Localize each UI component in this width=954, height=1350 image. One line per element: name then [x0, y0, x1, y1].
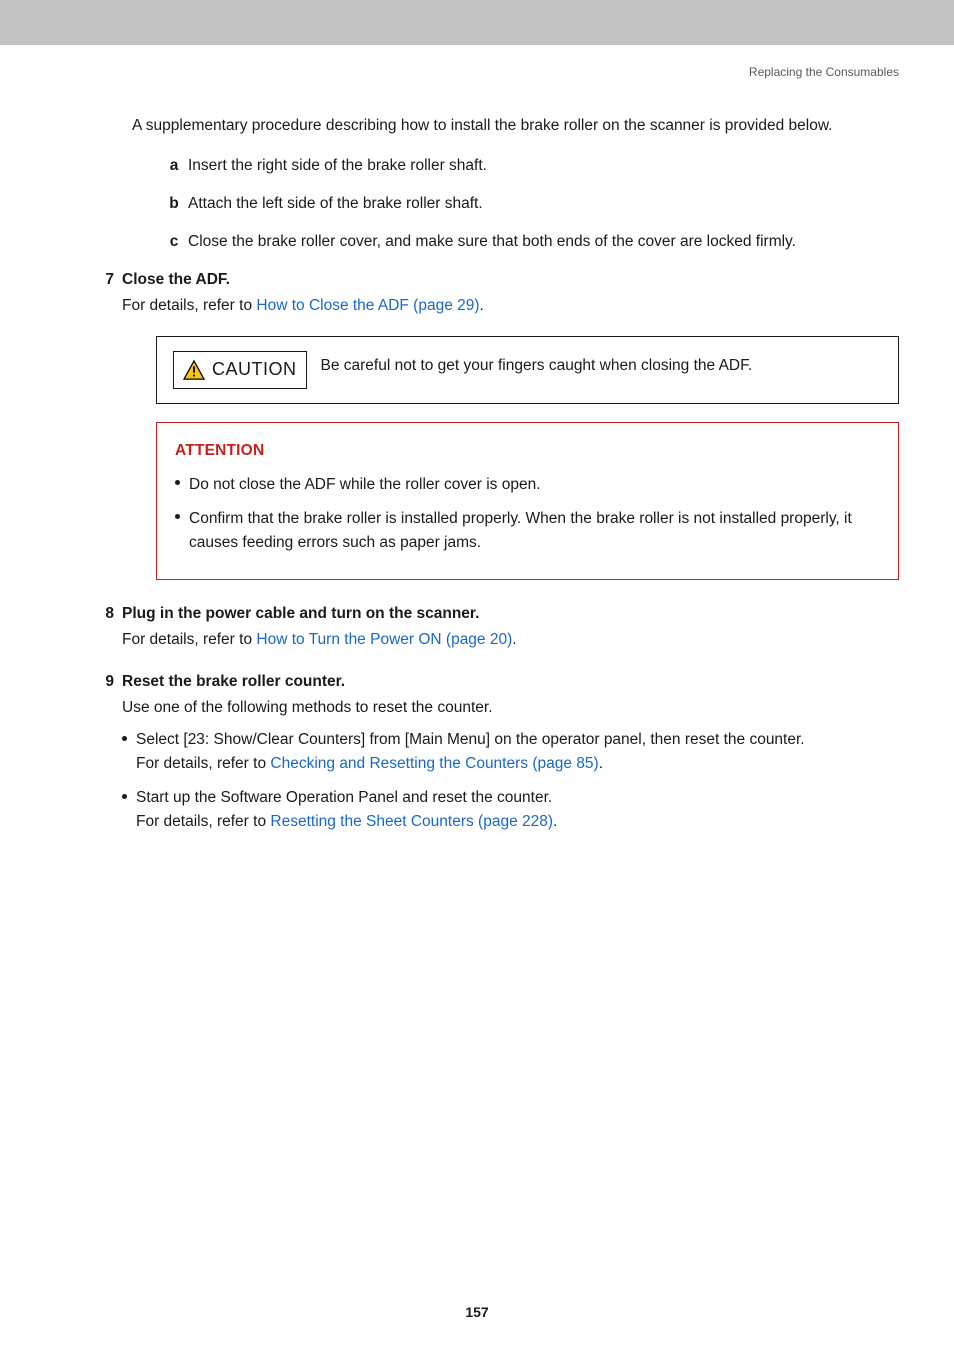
step-number: 9	[98, 670, 122, 844]
bullet-line: Start up the Software Operation Panel an…	[136, 786, 557, 810]
bullet-line: For details, refer to Resetting the Shee…	[136, 810, 557, 834]
text-lead: For details, refer to	[122, 297, 256, 314]
step-detail: For details, refer to How to Close the A…	[122, 294, 899, 318]
attention-title: ATTENTION	[175, 439, 880, 463]
step-detail: For details, refer to How to Turn the Po…	[122, 628, 899, 652]
bullet-line: Select [23: Show/Clear Counters] from [M…	[136, 728, 805, 752]
bullet-body: Select [23: Show/Clear Counters] from [M…	[136, 728, 805, 776]
link-power-on[interactable]: How to Turn the Power ON (page 20)	[256, 631, 512, 648]
step-number: 8	[98, 602, 122, 652]
content-area: A supplementary procedure describing how…	[0, 114, 954, 844]
text-tail: .	[599, 755, 603, 772]
warning-triangle-icon	[183, 360, 205, 380]
step-body: Reset the brake roller counter. Use one …	[122, 670, 899, 844]
caution-box: CAUTION Be careful not to get your finge…	[156, 336, 899, 404]
step-number: 7	[98, 268, 122, 598]
running-header: Replacing the Consumables	[0, 45, 954, 114]
step-8: 8 Plug in the power cable and turn on th…	[98, 602, 899, 652]
sub-marker: b	[160, 192, 188, 216]
attention-box: ATTENTION Do not close the ADF while the…	[156, 422, 899, 580]
attention-text: Do not close the ADF while the roller co…	[189, 473, 541, 497]
step-7: 7 Close the ADF. For details, refer to H…	[98, 268, 899, 598]
attention-text: Confirm that the brake roller is install…	[189, 507, 880, 555]
step-9: 9 Reset the brake roller counter. Use on…	[98, 670, 899, 844]
page-sheet: Replacing the Consumables A supplementar…	[0, 0, 954, 1350]
intro-paragraph: A supplementary procedure describing how…	[132, 114, 899, 138]
bullet-icon	[175, 473, 189, 497]
text-tail: .	[480, 297, 484, 314]
step-title: Reset the brake roller counter.	[122, 670, 899, 694]
bullet-body: Start up the Software Operation Panel an…	[136, 786, 557, 834]
text-lead: For details, refer to	[122, 631, 256, 648]
link-close-adf[interactable]: How to Close the ADF (page 29)	[256, 297, 479, 314]
step9-bullet-1: Select [23: Show/Clear Counters] from [M…	[122, 728, 899, 776]
link-reset-sheet-counters[interactable]: Resetting the Sheet Counters (page 228)	[270, 813, 553, 830]
step-title: Plug in the power cable and turn on the …	[122, 602, 899, 626]
attention-bullet-2: Confirm that the brake roller is install…	[175, 507, 880, 555]
text-tail: .	[553, 813, 557, 830]
caution-text: Be careful not to get your fingers caugh…	[321, 351, 753, 378]
step-intro: Use one of the following methods to rese…	[122, 696, 899, 720]
sub-text: Attach the left side of the brake roller…	[188, 192, 483, 216]
step-body: Plug in the power cable and turn on the …	[122, 602, 899, 652]
step-title: Close the ADF.	[122, 268, 899, 292]
text-tail: .	[512, 631, 516, 648]
sub-text: Close the brake roller cover, and make s…	[188, 230, 796, 254]
bullet-icon	[175, 507, 189, 555]
sub-marker: c	[160, 230, 188, 254]
bullet-line: For details, refer to Checking and Reset…	[136, 752, 805, 776]
sub-procedure-list: a Insert the right side of the brake rol…	[160, 154, 899, 254]
sub-marker: a	[160, 154, 188, 178]
bullet-icon	[122, 728, 136, 776]
bullet-icon	[122, 786, 136, 834]
step9-bullet-2: Start up the Software Operation Panel an…	[122, 786, 899, 834]
sub-text: Insert the right side of the brake rolle…	[188, 154, 487, 178]
sub-item-a: a Insert the right side of the brake rol…	[160, 154, 899, 178]
sub-item-b: b Attach the left side of the brake roll…	[160, 192, 899, 216]
text-lead: For details, refer to	[136, 813, 270, 830]
page-number: 157	[0, 1304, 954, 1320]
sub-item-c: c Close the brake roller cover, and make…	[160, 230, 899, 254]
page-surface: Replacing the Consumables A supplementar…	[0, 45, 954, 1350]
text-lead: For details, refer to	[136, 755, 270, 772]
link-check-reset-counters[interactable]: Checking and Resetting the Counters (pag…	[270, 755, 598, 772]
step-body: Close the ADF. For details, refer to How…	[122, 268, 899, 598]
caution-badge: CAUTION	[173, 351, 307, 389]
caution-label: CAUTION	[212, 356, 297, 384]
attention-bullet-1: Do not close the ADF while the roller co…	[175, 473, 880, 497]
